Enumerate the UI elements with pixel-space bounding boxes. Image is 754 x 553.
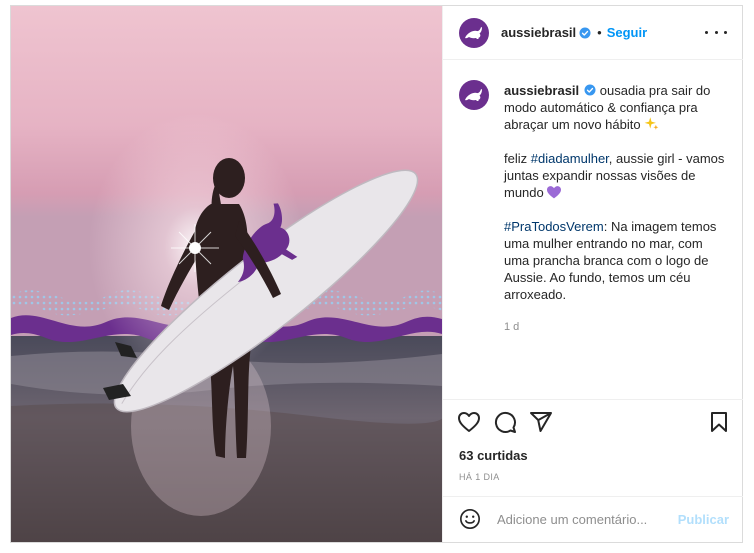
post-sidebar: aussiebrasil • Seguir aussiebrasil ousad…	[442, 6, 743, 542]
caption-username[interactable]: aussiebrasil	[504, 83, 579, 98]
kangaroo-logo-icon	[465, 26, 482, 39]
follow-button[interactable]: Seguir	[607, 25, 647, 40]
hashtag-pratodosverem[interactable]: #PraTodosVerem	[504, 219, 604, 234]
emoji-icon[interactable]	[459, 508, 481, 530]
post-header: aussiebrasil • Seguir	[443, 6, 743, 60]
caption-text: aussiebrasil ousadia pra sair do modo au…	[504, 82, 729, 336]
more-options-icon[interactable]	[705, 24, 727, 40]
caption-avatar[interactable]	[459, 80, 489, 110]
purple-heart-icon	[547, 186, 562, 199]
avatar[interactable]	[459, 17, 489, 48]
sparkles-icon	[644, 117, 659, 130]
separator-dot: •	[597, 25, 602, 40]
post-image[interactable]	[11, 6, 442, 542]
likes-count[interactable]: 63 curtidas	[459, 448, 528, 463]
publish-button[interactable]: Publicar	[678, 512, 729, 527]
kangaroo-logo-icon	[465, 89, 482, 101]
hashtag-diadamulher[interactable]: #diadamulher	[531, 151, 609, 166]
actions-section: 63 curtidas HÁ 1 DIA Publicar	[443, 399, 743, 540]
comment-form: Publicar	[443, 496, 743, 541]
bookmark-icon[interactable]	[707, 410, 731, 434]
caption-line-2-prefix: feliz	[504, 151, 531, 166]
surfer-photo	[11, 6, 442, 542]
post-dialog: aussiebrasil • Seguir aussiebrasil ousad…	[10, 5, 743, 543]
caption-timestamp: 1 d	[504, 321, 520, 333]
header-username[interactable]: aussiebrasil	[501, 25, 576, 40]
verified-icon	[584, 84, 596, 96]
post-date[interactable]: HÁ 1 DIA	[459, 472, 500, 482]
caption: aussiebrasil ousadia pra sair do modo au…	[459, 80, 729, 336]
comment-icon[interactable]	[493, 410, 517, 434]
comment-input[interactable]	[495, 510, 679, 528]
share-icon[interactable]	[529, 410, 553, 434]
heart-icon[interactable]	[457, 410, 481, 434]
comments-area: aussiebrasil ousadia pra sair do modo au…	[443, 60, 743, 398]
verified-icon	[579, 27, 591, 38]
